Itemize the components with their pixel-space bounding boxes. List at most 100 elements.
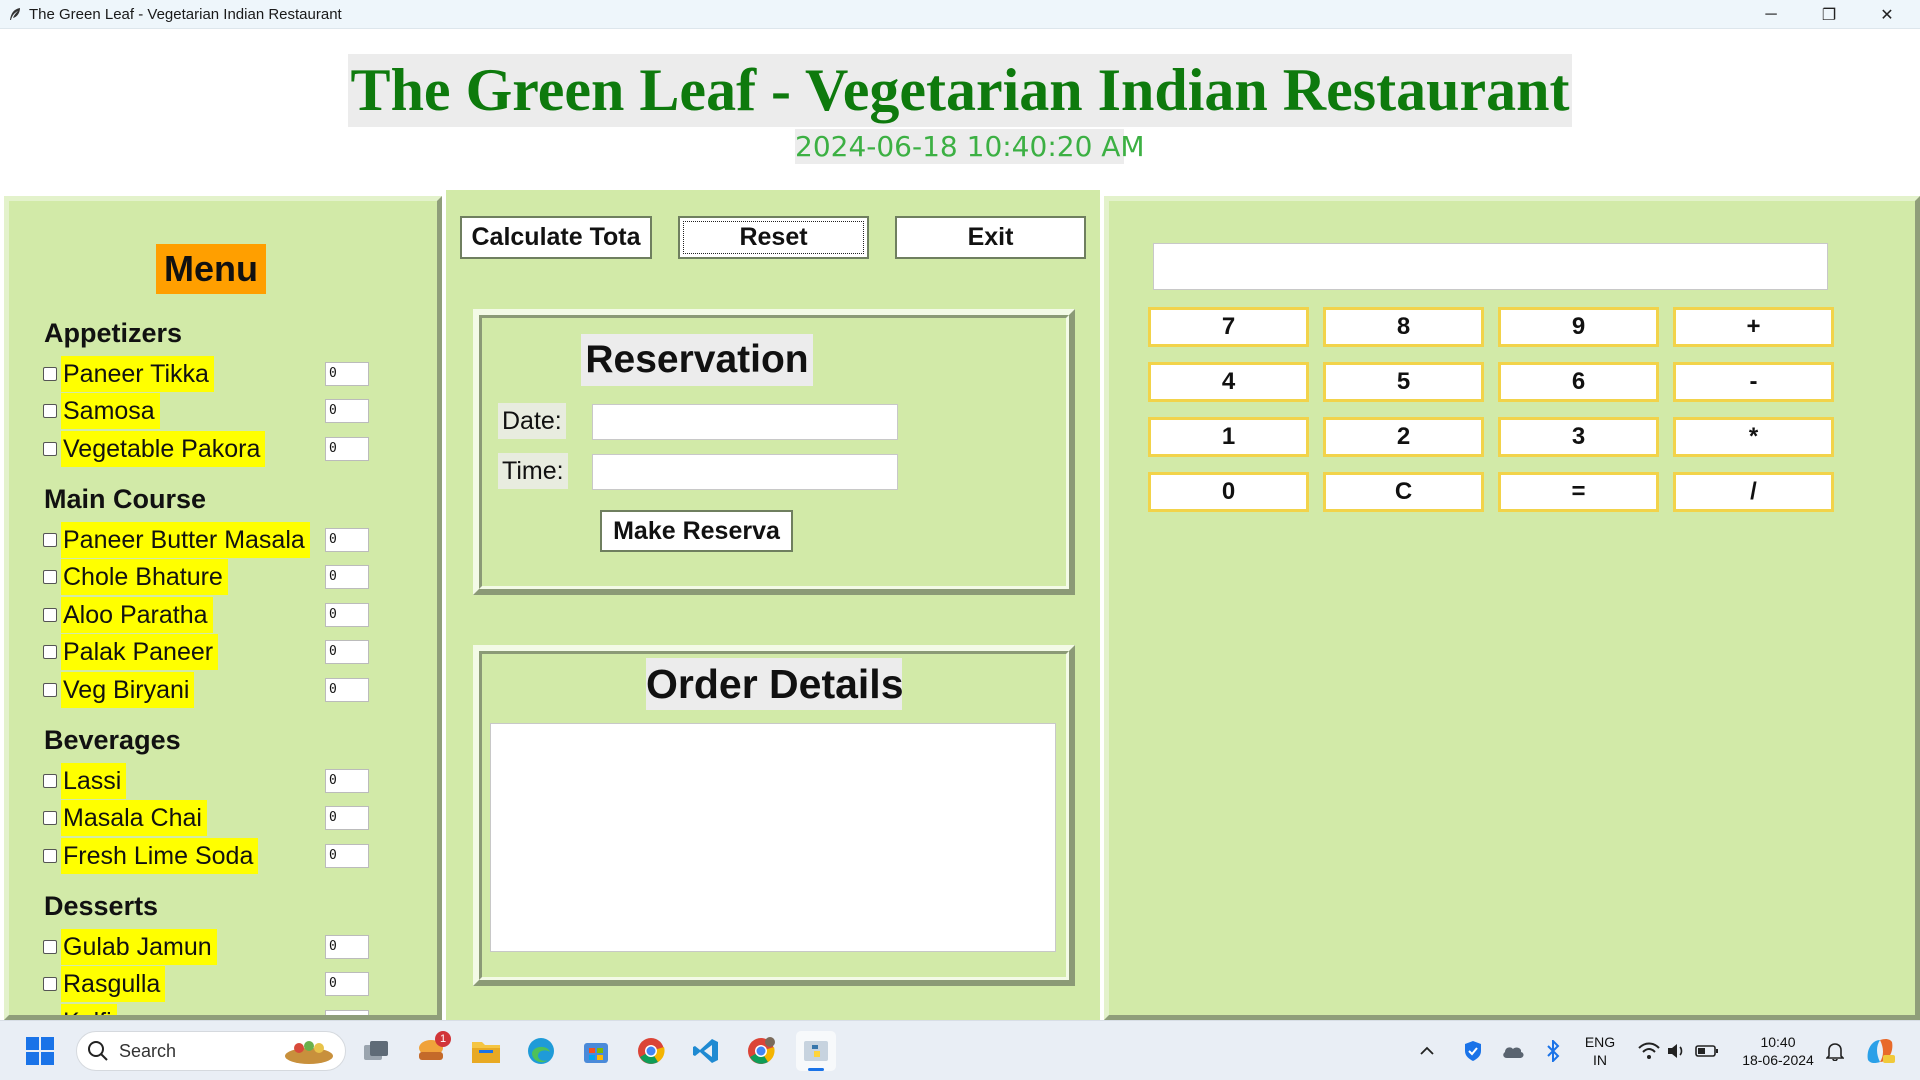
checkbox[interactable]	[43, 645, 57, 659]
menu-item-paneer-tikka[interactable]: Paneer Tikka	[43, 356, 214, 392]
taskbar-search[interactable]: Search	[76, 1031, 346, 1071]
qty-input-aloo-paratha[interactable]: 0	[325, 603, 369, 627]
qty-input-kulfi[interactable]: 0	[325, 1010, 369, 1015]
checkbox[interactable]	[43, 774, 57, 788]
qty-input-palak-paneer[interactable]: 0	[325, 640, 369, 664]
menu-item-chole-bhature[interactable]: Chole Bhature	[43, 559, 228, 595]
calc-key-1[interactable]: 1	[1148, 417, 1309, 457]
menu-item-masala-chai[interactable]: Masala Chai	[43, 800, 207, 836]
wifi-icon[interactable]	[1634, 1031, 1664, 1071]
exit-button[interactable]: Exit	[895, 216, 1086, 259]
menu-item-kulfi[interactable]: Kulfi	[43, 1004, 117, 1015]
chrome-profile-icon[interactable]	[741, 1031, 781, 1071]
qty-input-paneer-tikka[interactable]: 0	[325, 362, 369, 386]
qty-input-masala-chai[interactable]: 0	[325, 806, 369, 830]
calculator-display[interactable]	[1153, 243, 1828, 290]
time-input[interactable]	[592, 454, 898, 490]
chrome-icon[interactable]	[631, 1031, 671, 1071]
checkbox[interactable]	[43, 570, 57, 584]
item-label: Samosa	[61, 393, 160, 429]
calc-key-5[interactable]: 5	[1323, 362, 1484, 402]
restore-button[interactable]: ❐	[1800, 0, 1858, 29]
menu-item-samosa[interactable]: Samosa	[43, 393, 160, 429]
checkbox[interactable]	[43, 683, 57, 697]
checkbox[interactable]	[43, 811, 57, 825]
chevron-up-icon[interactable]	[1412, 1031, 1442, 1071]
clock[interactable]: 10:40 18-06-2024	[1736, 1033, 1820, 1069]
task-view-icon[interactable]	[356, 1031, 396, 1071]
calc-key-9[interactable]: 9	[1498, 307, 1659, 347]
checkbox[interactable]	[43, 442, 57, 456]
defender-icon[interactable]	[1458, 1031, 1488, 1071]
calc-key-7[interactable]: 7	[1148, 307, 1309, 347]
checkbox[interactable]	[43, 849, 57, 863]
date-input[interactable]	[592, 404, 898, 440]
menu-item-lassi[interactable]: Lassi	[43, 763, 127, 799]
checkbox[interactable]	[43, 367, 57, 381]
qty-input-lassi[interactable]: 0	[325, 769, 369, 793]
time-label: Time:	[498, 453, 568, 489]
bluetooth-icon[interactable]	[1538, 1031, 1568, 1071]
python-app-icon[interactable]	[796, 1031, 836, 1071]
search-icon	[88, 1041, 108, 1061]
category-appetizers: Appetizers	[44, 318, 183, 348]
battery-icon[interactable]	[1692, 1031, 1722, 1071]
calc-key-plus[interactable]: +	[1673, 307, 1834, 347]
qty-input-rasgulla[interactable]: 0	[325, 972, 369, 996]
menu-item-paneer-butter-masala[interactable]: Paneer Butter Masala	[43, 522, 310, 558]
checkbox[interactable]	[43, 533, 57, 547]
window-titlebar: The Green Leaf - Vegetarian Indian Resta…	[0, 0, 1920, 29]
calc-key-clear[interactable]: C	[1323, 472, 1484, 512]
make-reservation-button[interactable]: Make Reserva	[600, 510, 793, 552]
calc-key-2[interactable]: 2	[1323, 417, 1484, 457]
menu-item-fresh-lime-soda[interactable]: Fresh Lime Soda	[43, 838, 259, 874]
calc-key-8[interactable]: 8	[1323, 307, 1484, 347]
checkbox[interactable]	[43, 608, 57, 622]
restore-icon: ❐	[1821, 6, 1837, 24]
copilot-icon[interactable]	[1860, 1031, 1900, 1071]
start-icon[interactable]	[20, 1031, 60, 1071]
reset-button[interactable]: Reset	[678, 216, 869, 259]
checkbox[interactable]	[43, 940, 57, 954]
qty-input-samosa[interactable]: 0	[325, 399, 369, 423]
region-code: IN	[1593, 1052, 1607, 1068]
close-button[interactable]: ✕	[1858, 0, 1916, 29]
menu-item-gulab-jamun[interactable]: Gulab Jamun	[43, 929, 217, 965]
clock-date: 18-06-2024	[1742, 1052, 1814, 1068]
checkbox[interactable]	[43, 404, 57, 418]
volume-icon[interactable]	[1662, 1031, 1692, 1071]
edge-icon[interactable]	[521, 1031, 561, 1071]
menu-item-vegetable-pakora[interactable]: Vegetable Pakora	[43, 431, 266, 467]
notification-bell-icon[interactable]	[1820, 1031, 1850, 1071]
checkbox[interactable]	[43, 977, 57, 991]
calc-key-equals[interactable]: =	[1498, 472, 1659, 512]
onedrive-icon[interactable]	[1498, 1031, 1528, 1071]
qty-input-veg-biryani[interactable]: 0	[325, 678, 369, 702]
order-details-text[interactable]	[490, 723, 1056, 952]
calc-key-divide[interactable]: /	[1673, 472, 1834, 512]
language-indicator[interactable]: ENG IN	[1576, 1033, 1624, 1069]
calc-key-4[interactable]: 4	[1148, 362, 1309, 402]
qty-input-fresh-lime-soda[interactable]: 0	[325, 844, 369, 868]
notification-badge: 1	[435, 1031, 451, 1047]
menu-item-aloo-paratha[interactable]: Aloo Paratha	[43, 597, 213, 633]
calc-key-0[interactable]: 0	[1148, 472, 1309, 512]
qty-input-paneer-butter-masala[interactable]: 0	[325, 528, 369, 552]
file-explorer-icon[interactable]	[466, 1031, 506, 1071]
menu-item-rasgulla[interactable]: Rasgulla	[43, 966, 166, 1002]
qty-input-gulab-jamun[interactable]: 0	[325, 935, 369, 959]
widgets-icon[interactable]: 1	[411, 1031, 451, 1071]
qty-input-vegetable-pakora[interactable]: 0	[325, 437, 369, 461]
calc-key-minus[interactable]: -	[1673, 362, 1834, 402]
item-label: Vegetable Pakora	[61, 431, 266, 467]
qty-input-chole-bhature[interactable]: 0	[325, 565, 369, 589]
calc-key-6[interactable]: 6	[1498, 362, 1659, 402]
menu-item-veg-biryani[interactable]: Veg Biryani	[43, 672, 195, 708]
minimize-button[interactable]: ─	[1742, 0, 1800, 29]
calc-key-multiply[interactable]: *	[1673, 417, 1834, 457]
calc-key-3[interactable]: 3	[1498, 417, 1659, 457]
calculate-total-button[interactable]: Calculate Tota	[460, 216, 652, 259]
vscode-icon[interactable]	[686, 1031, 726, 1071]
menu-item-palak-paneer[interactable]: Palak Paneer	[43, 634, 219, 670]
store-icon[interactable]	[576, 1031, 616, 1071]
